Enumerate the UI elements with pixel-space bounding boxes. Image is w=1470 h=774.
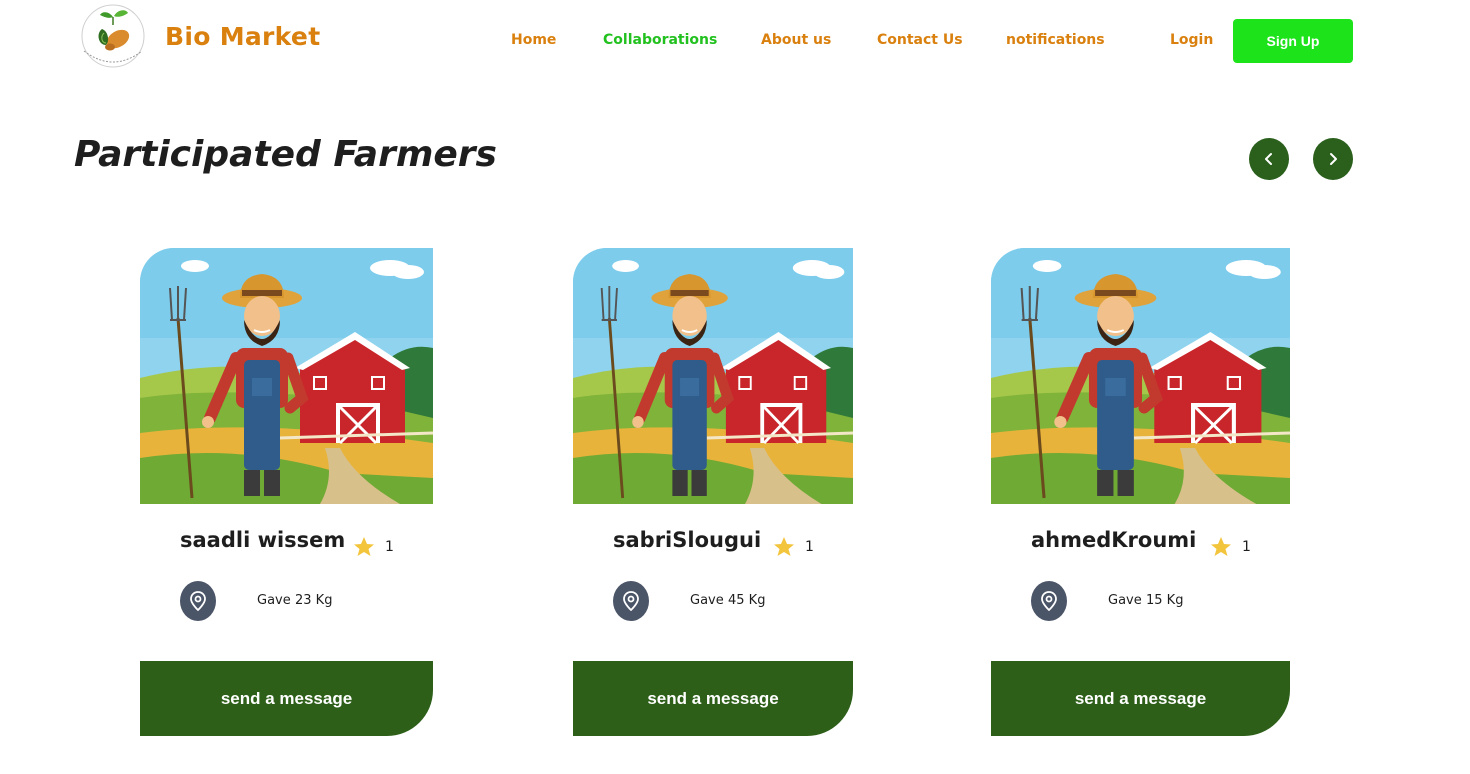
farmer-rating: 1 <box>805 539 814 555</box>
site-header: Bio Market Home Collaborations About us … <box>0 0 1470 82</box>
farmer-illustration <box>573 248 853 504</box>
carousel-prev-button[interactable] <box>1249 138 1289 180</box>
gave-label: Gave <box>690 593 724 608</box>
chevron-left-icon <box>1265 153 1272 165</box>
chevron-right-icon <box>1330 153 1337 165</box>
send-message-button[interactable]: send a message <box>140 661 433 736</box>
carousel-next-button[interactable] <box>1313 138 1353 180</box>
farmer-illustration <box>991 248 1290 504</box>
send-message-button[interactable]: send a message <box>573 661 853 736</box>
gave-label: Gave <box>1108 593 1142 608</box>
star-icon <box>354 537 374 556</box>
bio-market-logo[interactable] <box>76 3 150 69</box>
location-icon[interactable] <box>180 581 216 621</box>
login-link[interactable]: Login <box>1170 32 1213 48</box>
gave-value: 15 Kg <box>1146 593 1184 608</box>
location-icon[interactable] <box>613 581 649 621</box>
farmer-rating: 1 <box>385 539 394 555</box>
farmer-name: sabriSlougui <box>613 528 762 552</box>
section-title: Participated Farmers <box>74 134 497 175</box>
nav-collaborations[interactable]: Collaborations <box>603 32 717 48</box>
gave-value: 23 Kg <box>295 593 333 608</box>
nav-home[interactable]: Home <box>511 32 556 48</box>
farmer-illustration <box>140 248 433 504</box>
nav-about-us[interactable]: About us <box>761 32 831 48</box>
gave-label: Gave <box>257 593 291 608</box>
farmer-rating: 1 <box>1242 539 1251 555</box>
star-icon <box>1211 537 1231 556</box>
nav-notifications[interactable]: notifications <box>1006 32 1105 48</box>
gave-value: 45 Kg <box>728 593 766 608</box>
farmer-name: ahmedKroumi <box>1031 528 1197 552</box>
send-message-button[interactable]: send a message <box>991 661 1290 736</box>
farmer-name: saadli wissem <box>180 528 346 552</box>
sign-up-button[interactable]: Sign Up <box>1233 19 1353 63</box>
nav-contact-us[interactable]: Contact Us <box>877 32 963 48</box>
star-icon <box>774 537 794 556</box>
location-icon[interactable] <box>1031 581 1067 621</box>
brand-name[interactable]: Bio Market <box>165 22 320 51</box>
